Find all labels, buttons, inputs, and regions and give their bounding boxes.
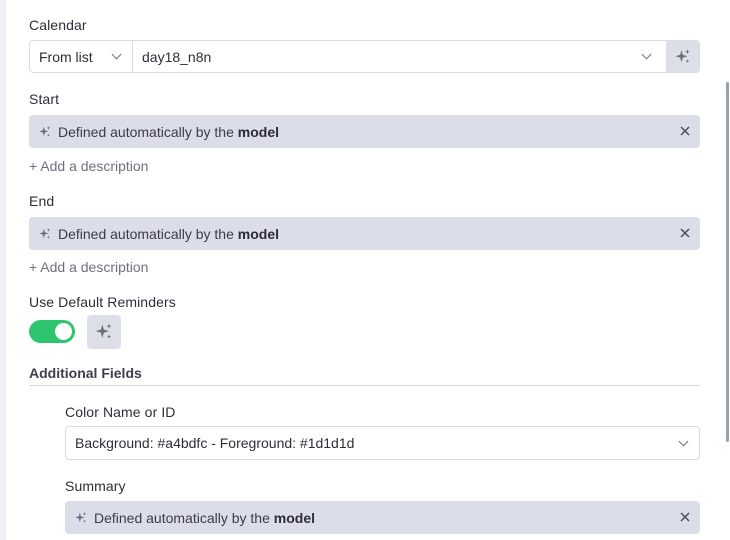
left-panel-edge	[0, 0, 6, 540]
pill-prefix: Defined automatically by the	[58, 123, 238, 140]
start-label: Start	[29, 91, 60, 107]
summary-pill-text: Defined automatically by the model	[94, 510, 315, 526]
summary-model-pill[interactable]: Defined automatically by the model	[65, 501, 700, 534]
chevron-down-icon	[641, 49, 652, 60]
pill-bold: model	[237, 225, 279, 242]
start-add-description-link[interactable]: + Add a description	[29, 158, 148, 174]
summary-label: Summary	[65, 478, 126, 494]
calendar-mode-select[interactable]: From list	[30, 41, 133, 72]
sparkles-icon	[75, 511, 87, 523]
calendar-value-select[interactable]: day18_n8n	[133, 41, 666, 72]
start-model-pill[interactable]: Defined automatically by the model	[29, 115, 700, 148]
reminders-label: Use Default Reminders	[29, 294, 176, 310]
sparkles-icon	[95, 323, 112, 339]
end-add-description-link[interactable]: + Add a description	[29, 259, 148, 275]
close-icon[interactable]	[679, 511, 691, 523]
sparkles-icon	[39, 125, 51, 137]
scrollbar[interactable]	[723, 0, 730, 540]
pill-bold: model	[273, 509, 315, 526]
close-icon[interactable]	[679, 227, 691, 239]
calendar-value: day18_n8n	[142, 48, 212, 65]
sparkles-icon	[675, 49, 690, 63]
end-model-pill[interactable]: Defined automatically by the model	[29, 217, 700, 250]
calendar-ai-button[interactable]	[666, 41, 699, 72]
scrollbar-thumb[interactable]	[726, 82, 729, 442]
calendar-mode-value: From list	[39, 48, 93, 65]
pill-bold: model	[237, 123, 279, 140]
color-label: Color Name or ID	[65, 404, 176, 420]
reminders-ai-button[interactable]	[87, 315, 121, 349]
additional-fields-title: Additional Fields	[29, 365, 142, 381]
end-pill-text: Defined automatically by the model	[58, 226, 279, 242]
chevron-down-icon	[678, 436, 689, 447]
chevron-down-icon	[111, 49, 122, 60]
end-label: End	[29, 193, 55, 209]
section-divider	[29, 385, 700, 386]
color-value: Background: #a4bdfc - Foreground: #1d1d1…	[75, 435, 355, 451]
reminders-toggle[interactable]	[29, 320, 75, 343]
start-pill-text: Defined automatically by the model	[58, 124, 279, 140]
calendar-field: From list day18_n8n	[29, 40, 700, 73]
close-icon[interactable]	[679, 125, 691, 137]
pill-prefix: Defined automatically by the	[94, 509, 274, 526]
toggle-knob	[55, 323, 72, 340]
calendar-label: Calendar	[29, 17, 87, 33]
sparkles-icon	[39, 227, 51, 239]
color-select[interactable]: Background: #a4bdfc - Foreground: #1d1d1…	[65, 426, 700, 460]
pill-prefix: Defined automatically by the	[58, 225, 238, 242]
